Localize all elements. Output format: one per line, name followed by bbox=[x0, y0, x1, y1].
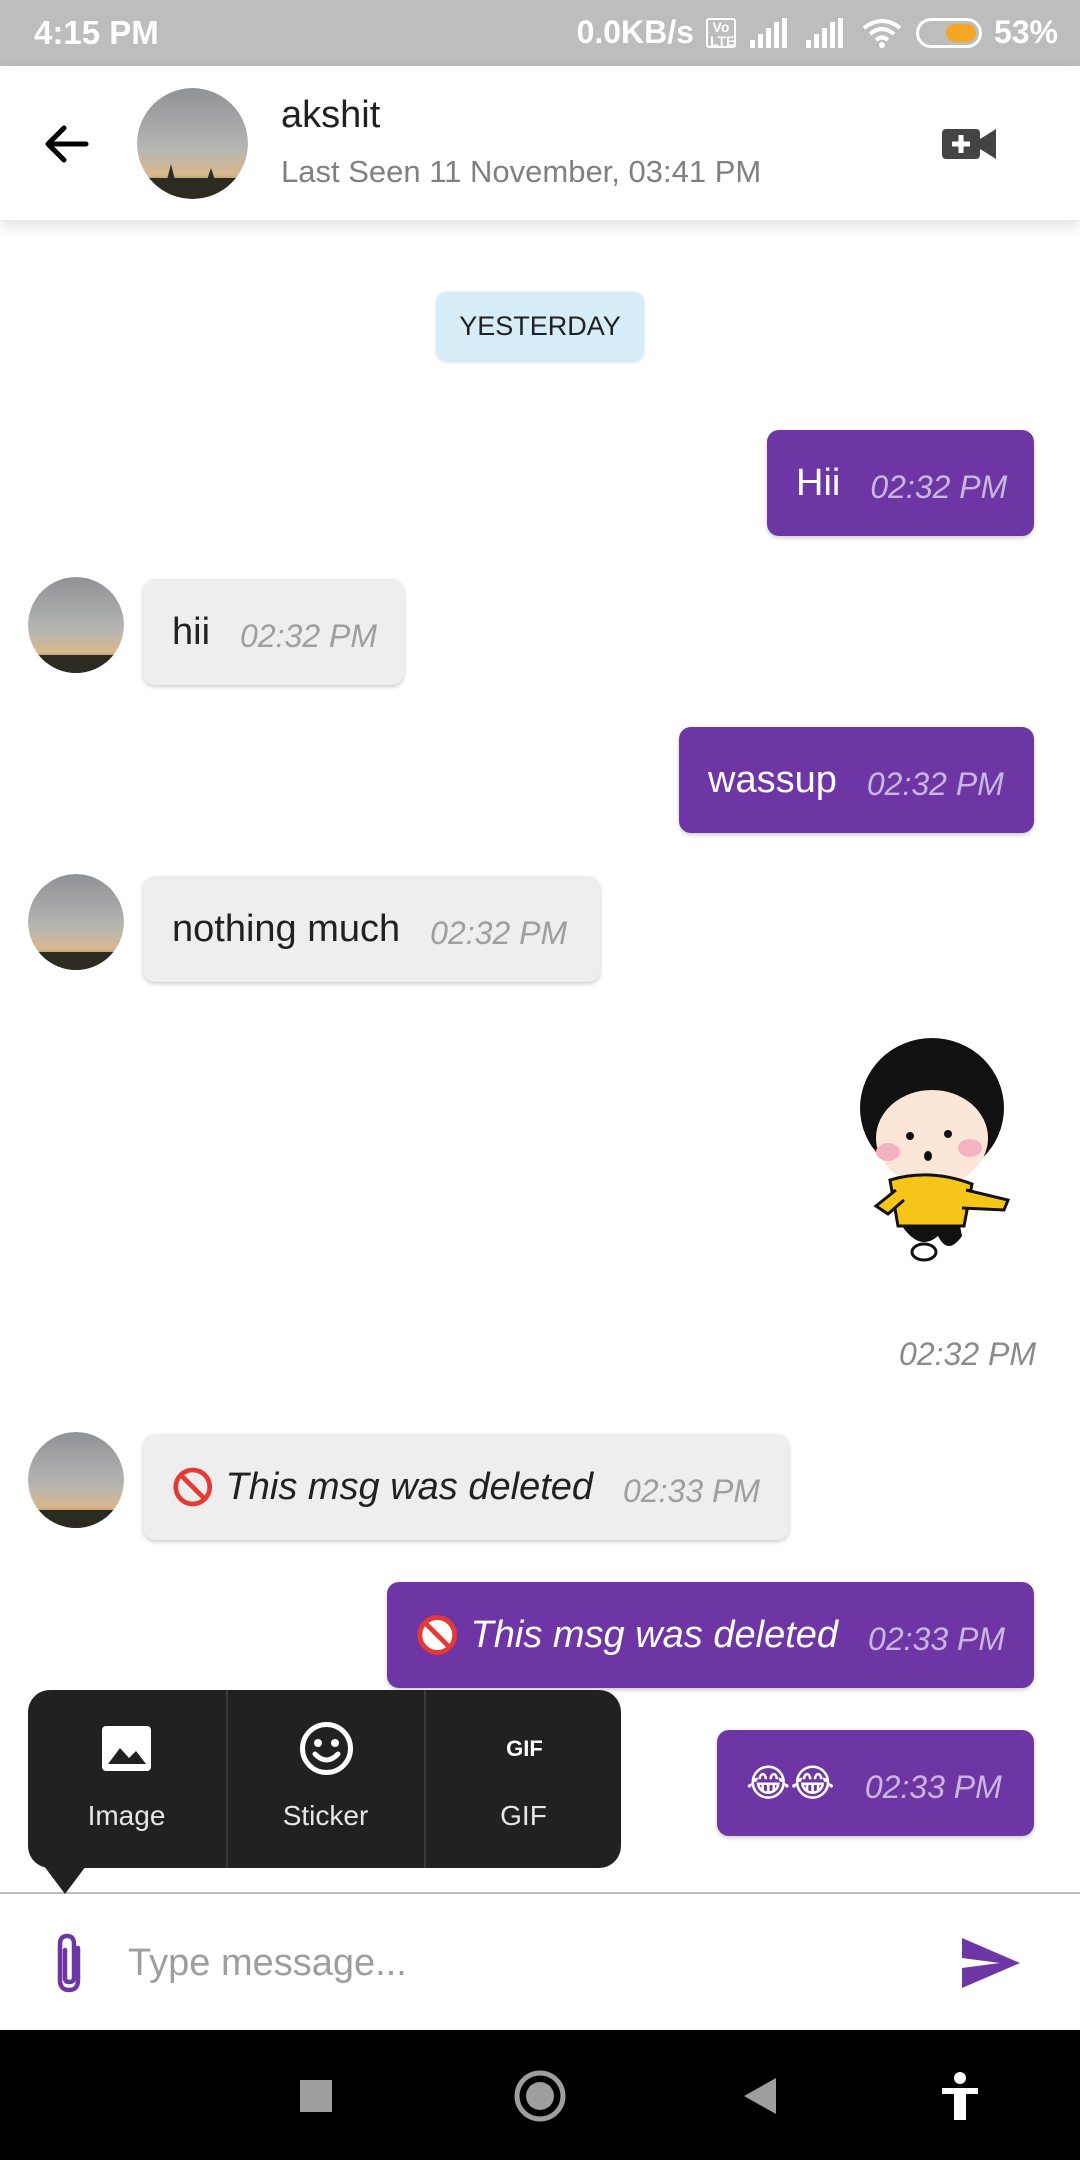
message-input[interactable] bbox=[128, 1922, 908, 2004]
sticker-time: 02:32 PM bbox=[899, 1336, 1036, 1372]
prohibited-icon bbox=[173, 1467, 213, 1507]
message-time: 02:32 PM bbox=[240, 617, 377, 654]
attachment-menu-pointer bbox=[44, 1866, 86, 1894]
message-time: 02:33 PM bbox=[868, 1620, 1005, 1657]
status-bar: 4:15 PM 0.0KB/s Vo LTE 53% bbox=[0, 0, 1080, 66]
svg-text:GIF: GIF bbox=[506, 1736, 543, 1761]
attach-image-option[interactable]: Image bbox=[28, 1690, 225, 1868]
chat-header: akshit Last Seen 11 November, 03:41 PM bbox=[0, 66, 1080, 220]
recents-square-icon[interactable] bbox=[286, 2066, 346, 2126]
sender-avatar[interactable] bbox=[28, 874, 124, 970]
gif-icon: GIF bbox=[506, 1736, 543, 1761]
smiley-icon bbox=[300, 1722, 353, 1775]
battery-icon bbox=[915, 17, 982, 48]
attach-image-label: Image bbox=[87, 1800, 166, 1831]
message-text: wassup bbox=[708, 758, 837, 801]
accessibility-icon[interactable] bbox=[930, 2066, 990, 2126]
prohibited-icon bbox=[417, 1615, 458, 1655]
message-text: Hii bbox=[796, 461, 841, 504]
message-text: This msg was deleted bbox=[225, 1465, 594, 1508]
message-time: 02:32 PM bbox=[430, 914, 568, 951]
battery-percent: 53% bbox=[993, 14, 1058, 50]
message-bubble-incoming[interactable]: nothing much 02:32 PM bbox=[143, 876, 600, 982]
signal-icon-2 bbox=[805, 17, 843, 48]
image-icon bbox=[102, 1726, 151, 1771]
wifi-icon bbox=[862, 18, 902, 48]
sender-avatar[interactable] bbox=[28, 577, 124, 673]
attachment-menu: Image Sticker GIF GIF bbox=[28, 1690, 621, 1868]
date-separator: YESTERDAY bbox=[436, 292, 644, 361]
message-text: 😂😂 bbox=[746, 1762, 835, 1805]
last-seen-status: Last Seen 11 November, 03:41 PM bbox=[281, 154, 762, 189]
network-speed: 0.0KB/s bbox=[576, 14, 694, 50]
back-triangle-icon[interactable] bbox=[730, 2066, 790, 2126]
signal-icon bbox=[749, 17, 787, 48]
message-composer bbox=[0, 1892, 1080, 2030]
status-indicators: 0.0KB/s Vo LTE 53% bbox=[577, 14, 1058, 51]
contact-avatar[interactable] bbox=[137, 88, 248, 199]
attach-sticker-option[interactable]: Sticker bbox=[226, 1690, 423, 1868]
message-time: 02:33 PM bbox=[623, 1472, 760, 1509]
home-circle-icon[interactable] bbox=[510, 2066, 570, 2126]
message-bubble-outgoing[interactable]: 😂😂 02:33 PM bbox=[717, 1730, 1034, 1836]
message-time: 02:33 PM bbox=[864, 1768, 1002, 1805]
attach-gif-label: GIF bbox=[500, 1800, 547, 1831]
message-bubble-outgoing[interactable]: wassup 02:32 PM bbox=[679, 727, 1034, 833]
message-bubble-incoming[interactable]: hii 02:32 PM bbox=[143, 579, 404, 685]
message-text: nothing much bbox=[172, 907, 401, 950]
attach-gif-option[interactable]: GIF GIF bbox=[424, 1690, 621, 1868]
attach-sticker-label: Sticker bbox=[282, 1800, 369, 1831]
video-call-add-icon[interactable] bbox=[940, 121, 1000, 165]
sender-avatar[interactable] bbox=[28, 1432, 124, 1528]
system-nav-bar bbox=[0, 2030, 1080, 2160]
message-bubble-outgoing[interactable]: Hii 02:32 PM bbox=[767, 430, 1034, 536]
contact-name: akshit bbox=[281, 94, 381, 136]
send-icon[interactable] bbox=[958, 1934, 1024, 1992]
status-time: 4:15 PM bbox=[34, 14, 159, 51]
message-time: 02:32 PM bbox=[866, 765, 1004, 802]
paperclip-icon[interactable] bbox=[44, 1930, 94, 1996]
arrow-left-icon[interactable] bbox=[38, 116, 94, 172]
message-text: hii bbox=[172, 610, 211, 653]
message-bubble-incoming-deleted[interactable]: This msg was deleted 02:33 PM bbox=[143, 1434, 789, 1540]
message-bubble-outgoing-deleted[interactable]: This msg was deleted 02:33 PM bbox=[387, 1582, 1034, 1688]
message-time: 02:32 PM bbox=[870, 468, 1008, 505]
message-text: This msg was deleted bbox=[470, 1613, 839, 1656]
sticker-image[interactable] bbox=[840, 1030, 1020, 1270]
volte-icon: Vo LTE bbox=[705, 17, 736, 48]
